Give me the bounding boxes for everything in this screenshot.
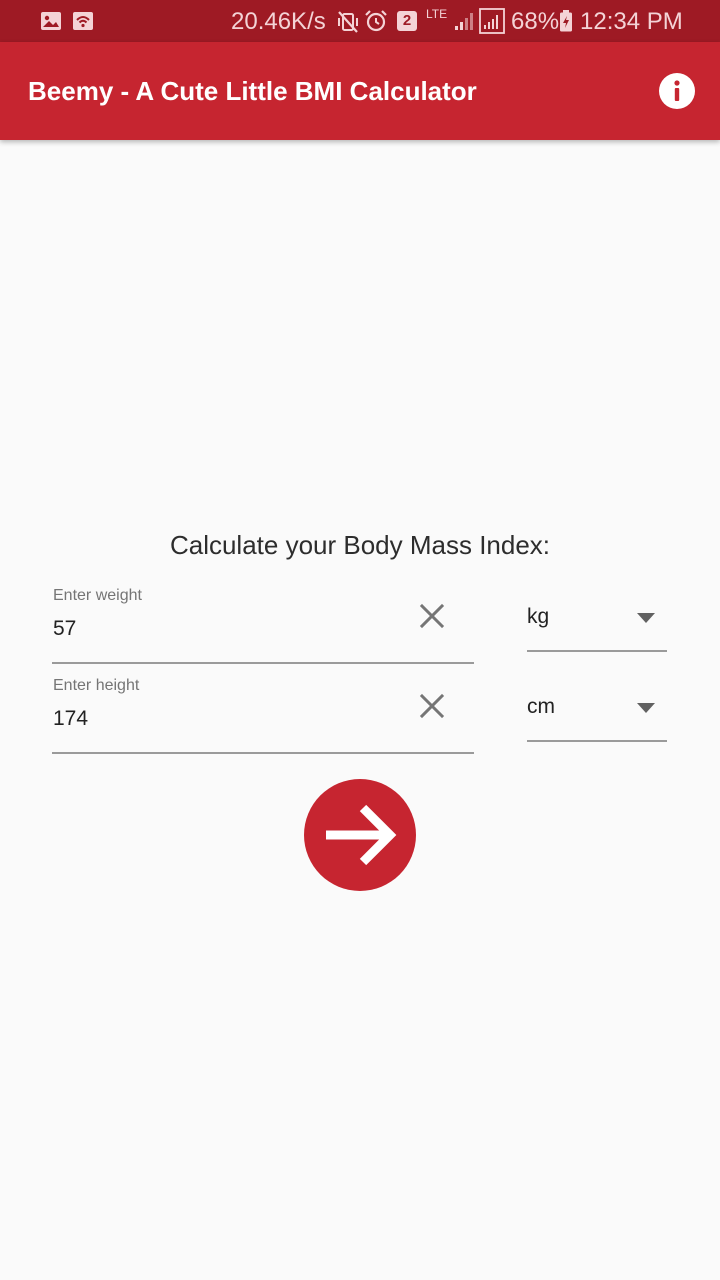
clear-height-icon[interactable] <box>414 688 450 724</box>
height-unit-value: cm <box>527 695 555 718</box>
info-icon[interactable] <box>654 68 700 114</box>
dropdown-arrow-icon <box>637 703 655 713</box>
network-speed: 20.46K/s <box>231 8 326 35</box>
weight-field-label: Enter weight <box>53 587 142 604</box>
weight-unit-select[interactable]: kg <box>527 586 667 652</box>
arrow-right-icon <box>326 804 397 866</box>
height-unit-select[interactable]: cm <box>527 676 667 742</box>
page-heading: Calculate your Body Mass Index: <box>169 530 551 560</box>
app-title: Beemy - A Cute Little BMI Calculator <box>28 76 477 106</box>
alarm-icon <box>365 10 387 32</box>
battery-percent: 68% <box>511 8 560 35</box>
height-field-label: Enter height <box>53 677 140 694</box>
signal-icon <box>479 8 505 34</box>
status-bar: 20.46K/s 2 LTE 68% 12:34 PM <box>0 0 720 42</box>
clear-weight-icon[interactable] <box>414 598 450 634</box>
height-field[interactable]: Enter height <box>52 676 474 754</box>
vibrate-mute-icon <box>338 11 358 33</box>
height-input[interactable] <box>53 706 393 732</box>
app-bar: Beemy - A Cute Little BMI Calculator <box>0 42 720 140</box>
network-type-label: LTE <box>426 7 448 21</box>
clock: 12:34 PM <box>580 8 683 35</box>
sim-2-icon: 2 <box>397 11 417 31</box>
weight-input[interactable] <box>53 616 393 642</box>
battery-charging-icon <box>560 10 572 32</box>
wifi-calling-icon <box>73 12 93 30</box>
weight-unit-value: kg <box>527 605 550 628</box>
dropdown-arrow-icon <box>637 613 655 623</box>
calculate-button[interactable] <box>304 779 416 891</box>
weight-field[interactable]: Enter weight <box>52 586 474 664</box>
image-icon <box>41 12 61 30</box>
signal-icon <box>455 13 473 30</box>
